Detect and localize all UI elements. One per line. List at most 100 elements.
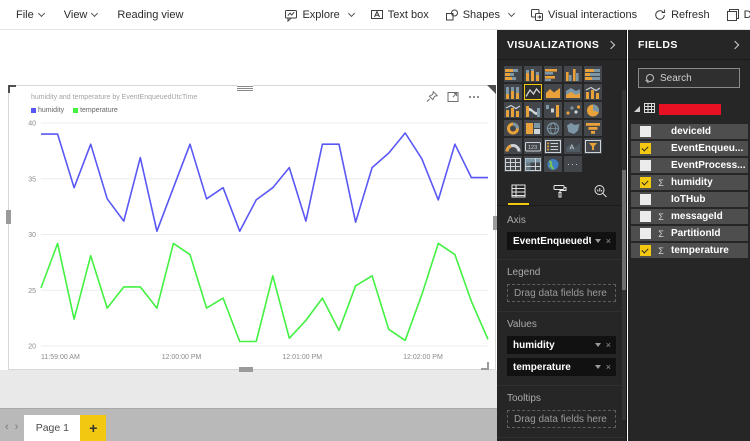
viz-type-multi-row-card-icon[interactable]	[544, 138, 562, 154]
viz-type-stacked-area-chart-icon[interactable]	[564, 84, 582, 100]
menu-reading-view[interactable]: Reading view	[107, 0, 193, 30]
viz-type-line-chart-icon[interactable]	[524, 84, 542, 100]
viz-type-filled-map-icon[interactable]	[564, 120, 582, 136]
next-page-arrow-icon[interactable]: ›	[15, 421, 19, 433]
viz-type-100-stacked-column-chart-icon[interactable]	[504, 84, 522, 100]
expand-table-icon[interactable]	[634, 106, 640, 112]
dropdown-caret-icon[interactable]	[594, 343, 601, 347]
field-row-messageid[interactable]: ΣmessageId	[631, 209, 748, 224]
viz-type-100-stacked-bar-chart-icon[interactable]	[584, 66, 602, 82]
toolbar: File View Reading view Explore Text box Shap…	[0, 0, 750, 30]
collapse-panel-icon[interactable]	[606, 40, 616, 50]
visual-interactions-button[interactable]: Visual interactions	[523, 0, 644, 30]
viz-panel-scrollbar-thumb[interactable]	[622, 170, 626, 290]
viz-type-ribbon-chart-icon[interactable]	[524, 102, 542, 118]
checkbox-unchecked[interactable]	[640, 228, 651, 239]
format-tab-icon	[552, 185, 567, 202]
resize-handle-corner[interactable]	[481, 362, 489, 370]
fields-tab[interactable]	[508, 184, 529, 205]
checkbox-checked[interactable]	[640, 143, 651, 154]
pin-icon[interactable]	[425, 90, 439, 104]
drop-zone[interactable]: Drag data fields here	[507, 410, 616, 428]
svg-text:A: A	[570, 144, 575, 151]
field-chip[interactable]: temperature ×	[507, 358, 616, 376]
field-row-partitionid[interactable]: Σ PartitionId	[631, 226, 748, 241]
viz-type-area-chart-icon[interactable]	[544, 84, 562, 100]
viz-type-funnel-icon[interactable]	[584, 120, 602, 136]
field-chip[interactable]: humidity ×	[507, 336, 616, 354]
text-box-button[interactable]: Text box	[363, 0, 436, 30]
viz-type-line-and-stacked-column-chart-icon[interactable]	[584, 84, 602, 100]
duplicate-this-page-button[interactable]: Duplicate this page	[719, 0, 750, 30]
field-row-iothub[interactable]: IoTHub	[631, 192, 748, 207]
remove-field-icon[interactable]: ×	[606, 236, 611, 246]
analytics-tab[interactable]	[593, 184, 608, 205]
shapes-button[interactable]: Shapes	[438, 0, 521, 30]
viz-type-line-and-clustered-column-chart-icon[interactable]	[504, 102, 522, 118]
line-chart-visual[interactable]: humidity and temperature by EventEnqueue…	[6, 85, 498, 372]
field-row-eventenqueu[interactable]: EventEnqueu...	[631, 141, 748, 156]
remove-field-icon[interactable]: ×	[606, 362, 611, 372]
resize-handle-bottom[interactable]	[239, 367, 253, 372]
viz-type-arcgis-map-icon[interactable]	[544, 156, 562, 172]
table-node[interactable]	[634, 100, 746, 118]
checkbox-unchecked[interactable]	[640, 160, 651, 171]
format-tab[interactable]	[552, 184, 567, 205]
viz-type-waterfall-chart-icon[interactable]	[544, 102, 562, 118]
viz-type-gauge-icon[interactable]	[504, 138, 522, 154]
field-row-eventprocess[interactable]: EventProcess...	[631, 158, 748, 173]
viz-type-clustered-bar-chart-icon[interactable]	[544, 66, 562, 82]
svg-text:40: 40	[28, 121, 36, 128]
viz-type-map-icon[interactable]	[544, 120, 562, 136]
viz-type-table-icon[interactable]	[504, 156, 522, 172]
viz-type-donut-chart-icon[interactable]	[504, 120, 522, 136]
viz-type-treemap-icon[interactable]	[524, 120, 542, 136]
well-label: Values	[507, 319, 537, 330]
chevron-down-icon	[91, 9, 99, 17]
checkbox-unchecked[interactable]	[640, 126, 651, 137]
viz-type-stacked-bar-chart-icon[interactable]	[504, 66, 522, 82]
action-label: Text box	[387, 8, 429, 21]
viz-type-card-icon[interactable]: 123	[524, 138, 542, 154]
refresh-button[interactable]: Refresh	[646, 0, 717, 30]
viz-type-slicer-icon[interactable]	[584, 138, 602, 154]
page-tab-page1[interactable]: Page 1	[24, 415, 81, 441]
visual-drag-handle[interactable]	[237, 85, 253, 92]
prev-page-arrow-icon[interactable]: ‹	[5, 421, 9, 433]
checkbox-unchecked[interactable]	[640, 194, 651, 205]
field-chip[interactable]: EventEnqueuedUtcTime ×	[507, 232, 616, 250]
viz-type-clustered-column-chart-icon[interactable]	[564, 66, 582, 82]
field-wells: Axis EventEnqueuedUtcTime × Legend Drag data…	[497, 206, 626, 438]
text-box-icon	[370, 8, 384, 22]
dropdown-caret-icon[interactable]	[594, 239, 601, 243]
field-row-temperature[interactable]: Σtemperature	[631, 243, 748, 258]
report-page[interactable]: humidity and temperature by EventEnqueue…	[0, 30, 498, 372]
field-row-deviceid[interactable]: deviceId	[631, 124, 748, 139]
viz-type-kpi-icon[interactable]: A	[564, 138, 582, 154]
viz-type-stacked-column-chart-icon[interactable]	[524, 66, 542, 82]
checkbox-checked[interactable]	[640, 245, 651, 256]
search-input[interactable]: Search	[638, 68, 740, 88]
report-canvas[interactable]: humidity and temperature by EventEnqueue…	[0, 30, 498, 441]
menu-view[interactable]: View	[54, 0, 108, 30]
menu-file[interactable]: File	[6, 0, 54, 30]
collapse-fields-panel-icon[interactable]	[730, 40, 740, 50]
remove-field-icon[interactable]: ×	[606, 340, 611, 350]
viz-type-scatter-chart-icon[interactable]	[564, 102, 582, 118]
dropdown-caret-icon[interactable]	[594, 365, 601, 369]
explore-button[interactable]: Explore	[277, 0, 360, 30]
svg-text:30: 30	[28, 232, 36, 239]
drop-zone[interactable]: Drag data fields here	[507, 284, 616, 302]
checkbox-unchecked[interactable]	[640, 211, 651, 222]
viz-type-more-options-icon[interactable]: ···	[564, 156, 582, 172]
add-page-button[interactable]: +	[80, 415, 107, 441]
page-bar: ‹ › Page 1 +	[0, 408, 497, 441]
resize-handle-left[interactable]	[6, 210, 11, 224]
field-row-humidity[interactable]: Σhumidity	[631, 175, 748, 190]
more-options-icon[interactable]	[467, 90, 481, 104]
viz-type-matrix-icon[interactable]	[524, 156, 542, 172]
checkbox-checked[interactable]	[640, 177, 651, 188]
focus-mode-icon[interactable]	[446, 90, 460, 104]
viz-panel-scrollbar[interactable]	[622, 90, 626, 420]
viz-type-pie-chart-icon[interactable]	[584, 102, 602, 118]
